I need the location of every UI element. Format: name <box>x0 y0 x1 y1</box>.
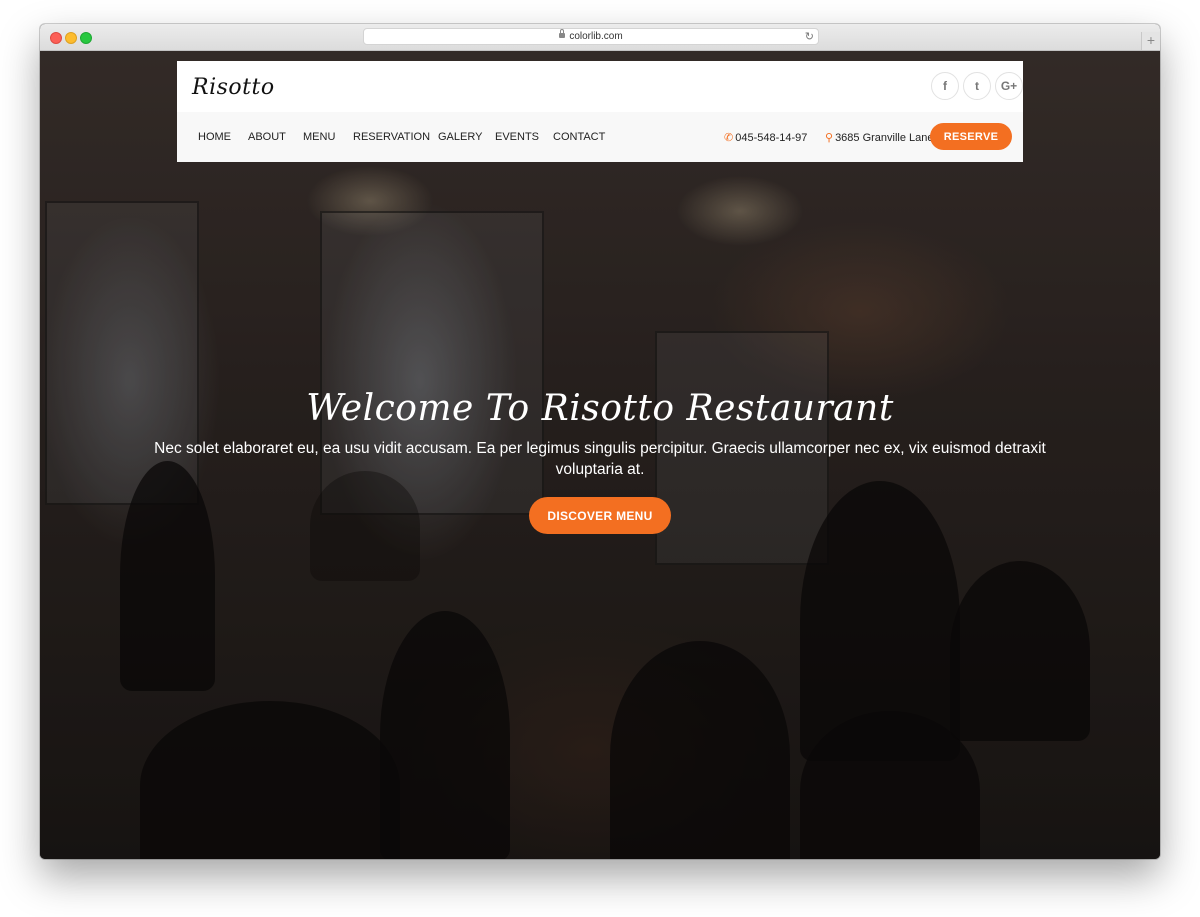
minimize-window-icon[interactable] <box>65 32 77 44</box>
maximize-window-icon[interactable] <box>80 32 92 44</box>
google-plus-icon[interactable]: G+ <box>995 72 1023 100</box>
twitter-icon[interactable]: t <box>963 72 991 100</box>
hero-section: Welcome To Risotto Restaurant Nec solet … <box>40 386 1160 480</box>
phone-info: ✆ 045-548-14-97 <box>724 131 807 144</box>
facebook-icon[interactable]: f <box>931 72 959 100</box>
url-text: colorlib.com <box>569 31 623 42</box>
nav-item-menu[interactable]: MENU <box>303 131 335 143</box>
hero-background: Risotto f t G+ HOME ABOUT MENU RESERVATI… <box>40 51 1160 859</box>
nav-item-home[interactable]: HOME <box>198 131 231 143</box>
discover-menu-button[interactable]: DISCOVER MENU <box>529 497 671 534</box>
address-info: ⚲ 3685 Granville Lane <box>825 131 934 144</box>
site-header: Risotto f t G+ HOME ABOUT MENU RESERVATI… <box>177 61 1023 162</box>
reload-icon[interactable]: ↻ <box>805 30 814 43</box>
reserve-button[interactable]: RESERVE <box>930 123 1012 150</box>
phone-icon: ✆ <box>724 132 734 144</box>
nav-item-contact[interactable]: CONTACT <box>553 131 605 143</box>
hero-description: Nec solet elaboraret eu, ea usu vidit ac… <box>154 440 1046 478</box>
site-logo[interactable]: Risotto <box>192 75 275 100</box>
address-text: 3685 Granville Lane <box>835 132 934 144</box>
new-tab-icon[interactable]: + <box>1141 32 1160 50</box>
nav-item-galery[interactable]: GALERY <box>438 131 482 143</box>
browser-window: colorlib.com ↻ + Risotto f t G+ HOME ABO… <box>40 24 1160 859</box>
close-window-icon[interactable] <box>50 32 62 44</box>
main-nav: HOME ABOUT MENU RESERVATION GALERY EVENT… <box>177 112 1023 162</box>
map-pin-icon: ⚲ <box>825 132 834 144</box>
nav-item-reservation[interactable]: RESERVATION <box>353 131 430 143</box>
browser-titlebar: colorlib.com ↻ + <box>40 24 1160 51</box>
hero-title: Welcome To Risotto Restaurant <box>306 388 894 429</box>
nav-item-events[interactable]: EVENTS <box>495 131 539 143</box>
phone-number: 045-548-14-97 <box>735 132 808 144</box>
lock-icon <box>559 28 566 38</box>
social-links: f t G+ <box>931 72 1023 100</box>
address-bar[interactable]: colorlib.com ↻ <box>363 28 819 45</box>
nav-item-about[interactable]: ABOUT <box>248 131 286 143</box>
